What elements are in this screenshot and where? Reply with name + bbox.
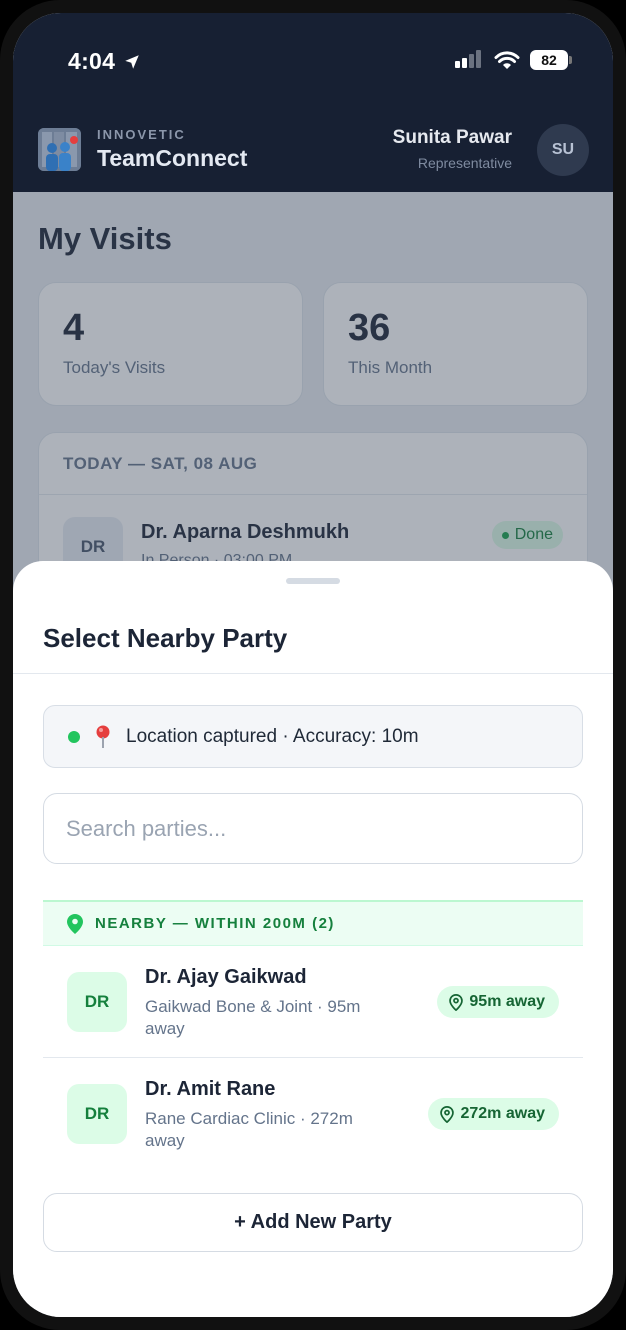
wifi-icon: [494, 51, 520, 69]
distance-badge: 272m away: [428, 1098, 559, 1130]
nearby-section-header: NEARBY — WITHIN 200M (2): [43, 900, 583, 946]
sheet-drag-handle[interactable]: [286, 578, 340, 584]
map-pin-icon: [96, 725, 110, 748]
map-pin-icon: [67, 913, 83, 934]
cellular-signal-icon: [455, 50, 481, 68]
brand-text: INNOVETIC TeamConnect: [97, 127, 247, 172]
user-info: Sunita Pawar Representative: [393, 127, 512, 171]
status-icons: 82: [454, 50, 572, 70]
add-new-party-button[interactable]: + Add New Party: [43, 1193, 583, 1252]
distance-text: 95m away: [469, 993, 545, 1010]
brand-subtitle: INNOVETIC: [97, 127, 186, 142]
user-role: Representative: [417, 155, 512, 171]
party-avatar: DR: [67, 1084, 127, 1144]
location-pin-icon: [440, 1105, 455, 1123]
distance-text: 272m away: [460, 1105, 545, 1122]
party-meta: Gaikwad Bone & Joint · 95m away: [145, 997, 361, 1038]
party-name: Dr. Ajay Gaikwad: [145, 966, 307, 988]
user-name: Sunita Pawar: [392, 127, 512, 148]
party-avatar: DR: [67, 972, 127, 1032]
brand: INNOVETIC TeamConnect: [38, 127, 247, 172]
distance-badge: 95m away: [437, 986, 559, 1018]
status-time: 4:04: [68, 48, 141, 75]
app-header: 4:04 82 INNOVETIC TeamConnect Sunita Paw…: [13, 13, 613, 192]
location-pin-icon: [449, 993, 464, 1011]
battery-indicator: 82: [530, 50, 572, 70]
sheet-title: Select Nearby Party: [43, 623, 288, 653]
party-name: Dr. Amit Rane: [145, 1078, 276, 1100]
party-item[interactable]: DR Dr. Ajay Gaikwad Gaikwad Bone & Joint…: [43, 946, 583, 1058]
divider: [13, 673, 613, 674]
clock: 4:04: [68, 48, 116, 74]
party-meta: Rane Cardiac Clinic · 272m away: [145, 1109, 353, 1150]
location-text: Location captured · Accuracy: 10m: [126, 725, 419, 747]
location-status: Location captured · Accuracy: 10m: [43, 705, 583, 768]
device-frame: 4:04 82 INNOVETIC TeamConnect Sunita Paw…: [0, 0, 626, 1330]
party-item[interactable]: DR Dr. Amit Rane Rane Cardiac Clinic · 2…: [43, 1058, 583, 1170]
location-arrow-icon: [125, 54, 139, 69]
screen: 4:04 82 INNOVETIC TeamConnect Sunita Paw…: [13, 13, 613, 1317]
brand-name: TeamConnect: [97, 145, 248, 171]
user-avatar[interactable]: SU: [537, 124, 589, 176]
section-label: NEARBY — WITHIN 200M (2): [95, 915, 335, 932]
brand-logo-icon: [38, 128, 81, 171]
location-ok-dot-icon: [68, 730, 80, 743]
search-input[interactable]: [43, 793, 583, 864]
nearby-party-sheet: Select Nearby Party Location captured · …: [13, 561, 613, 1317]
